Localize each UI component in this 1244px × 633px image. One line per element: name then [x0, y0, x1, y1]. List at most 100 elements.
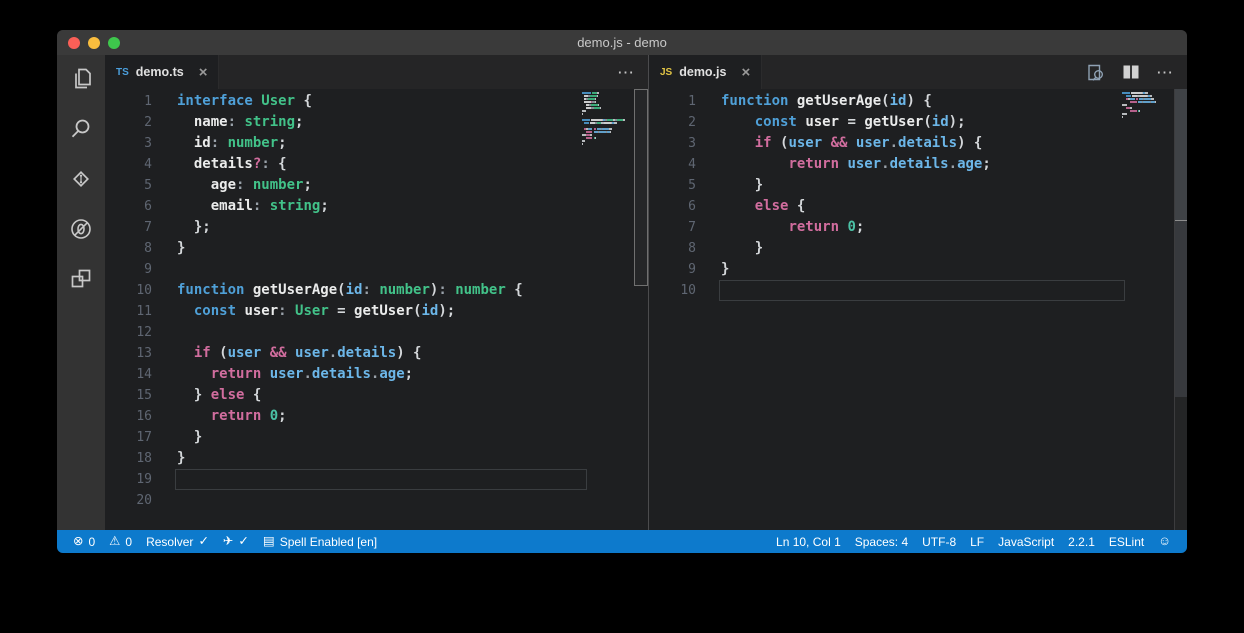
- debug-icon[interactable]: [68, 216, 94, 242]
- code-line[interactable]: return 0;: [721, 217, 991, 238]
- line-number: 9: [144, 262, 152, 277]
- explorer-icon[interactable]: [68, 66, 94, 92]
- close-window-button[interactable]: [68, 37, 80, 49]
- check-icon: ✓: [198, 534, 209, 549]
- line-number: 5: [144, 178, 152, 193]
- plane-icon: ✈: [222, 534, 234, 549]
- line-number: 20: [136, 493, 152, 508]
- minimize-window-button[interactable]: [88, 37, 100, 49]
- javascript-file-icon: JS: [660, 66, 673, 78]
- window-title: demo.js - demo: [577, 35, 667, 50]
- eslint-status-label: ESLint: [1108, 534, 1145, 549]
- code-line[interactable]: } else {: [177, 385, 523, 406]
- spell-status[interactable]: ▤ Spell Enabled [en]: [256, 530, 384, 553]
- code-line[interactable]: id: number;: [177, 133, 523, 154]
- open-preview-icon[interactable]: [1085, 62, 1106, 83]
- minimap[interactable]: [582, 92, 630, 152]
- code-line[interactable]: const user: User = getUser(id);: [177, 301, 523, 322]
- language-mode-label: JavaScript: [998, 534, 1055, 549]
- code-line[interactable]: return 0;: [177, 406, 523, 427]
- tab-demo-js[interactable]: JS demo.js ×: [649, 55, 763, 89]
- code-lines[interactable]: function getUserAge(id) { const user = g…: [721, 91, 991, 301]
- code-line[interactable]: return user.details.age;: [721, 154, 990, 175]
- line-number: 6: [144, 199, 152, 214]
- spell-status-label: Spell Enabled [en]: [279, 534, 378, 549]
- code-line[interactable]: if (user && user.details) {: [721, 133, 991, 154]
- cursor-position[interactable]: Ln 10, Col 1: [769, 530, 848, 553]
- editor-group-left: TS demo.ts × ⋯ 1 2 3 4 5 6 7 8 9 10 11 12 13 14 15 16 17…: [105, 55, 648, 530]
- encoding-label: UTF-8: [922, 534, 957, 549]
- tab-bar-left: TS demo.ts × ⋯: [105, 55, 648, 89]
- status-right: Ln 10, Col 1 Spaces: 4 UTF-8 LF JavaScript 2.…: [769, 530, 1178, 553]
- resolver-status[interactable]: Resolver ✓: [139, 530, 216, 553]
- formatter-status[interactable]: ✈ ✓: [216, 530, 256, 553]
- scrollbar[interactable]: [1174, 89, 1187, 530]
- code-lines[interactable]: interface User { name: string; id: numbe…: [177, 91, 523, 511]
- screenshot-background: demo.js - demo TS demo.ts × ⋯ 1 2 3 4 5 …: [0, 0, 1244, 633]
- code-line[interactable]: }: [177, 448, 523, 469]
- extensions-icon[interactable]: [68, 266, 94, 292]
- line-number: 13: [136, 346, 152, 361]
- line-number: 10: [680, 283, 696, 298]
- code-line[interactable]: }: [721, 238, 991, 259]
- code-line[interactable]: }: [721, 259, 991, 280]
- code-line[interactable]: [177, 490, 523, 511]
- code-line[interactable]: if (user && user.details) {: [177, 343, 523, 364]
- line-number: 1: [144, 94, 152, 109]
- close-tab-icon[interactable]: ×: [741, 65, 750, 80]
- code-line[interactable]: }: [177, 238, 523, 259]
- indentation[interactable]: Spaces: 4: [848, 530, 915, 553]
- zoom-window-button[interactable]: [108, 37, 120, 49]
- source-control-icon[interactable]: [68, 166, 94, 192]
- close-tab-icon[interactable]: ×: [199, 65, 208, 80]
- tab-demo-ts[interactable]: TS demo.ts ×: [105, 55, 220, 89]
- code-line[interactable]: };: [177, 217, 523, 238]
- version-label: 2.2.1: [1068, 534, 1095, 549]
- line-number: 6: [688, 199, 696, 214]
- line-number: 4: [688, 157, 696, 172]
- eol-label: LF: [970, 534, 985, 549]
- code-editor-typescript[interactable]: 1 2 3 4 5 6 7 8 9 10 11 12 13 14 15 16 17 18 19 20 interfac…: [105, 89, 648, 530]
- language-mode[interactable]: JavaScript: [991, 530, 1061, 553]
- line-number: 18: [136, 451, 152, 466]
- errors-status[interactable]: ⊗ 0: [66, 530, 102, 553]
- code-line[interactable]: age: number;: [177, 175, 523, 196]
- code-line[interactable]: function getUserAge(id) {: [721, 91, 991, 112]
- eslint-status[interactable]: ESLint: [1102, 530, 1151, 553]
- code-line[interactable]: const user = getUser(id);: [721, 112, 991, 133]
- eol[interactable]: LF: [963, 530, 991, 553]
- code-line[interactable]: details?: {: [177, 154, 523, 175]
- more-actions-icon[interactable]: ⋯: [1156, 64, 1174, 81]
- more-actions-icon[interactable]: ⋯: [617, 64, 635, 81]
- line-number: 8: [144, 241, 152, 256]
- check-icon: ✓: [238, 534, 249, 549]
- error-icon: ⊗: [73, 534, 84, 549]
- code-line[interactable]: name: string;: [177, 112, 523, 133]
- code-line[interactable]: function getUserAge(id: number): number …: [177, 280, 523, 301]
- code-editor-javascript[interactable]: 1 2 3 4 5 6 7 8 9 10 function getUserAge(id) { co…: [649, 89, 1187, 530]
- line-number: 7: [688, 220, 696, 235]
- encoding[interactable]: UTF-8: [915, 530, 963, 553]
- warnings-status-label: 0: [125, 534, 133, 549]
- code-line[interactable]: else {: [721, 196, 991, 217]
- code-line[interactable]: interface User {: [177, 91, 523, 112]
- code-line[interactable]: }: [721, 175, 991, 196]
- traffic-lights: [68, 37, 120, 49]
- line-number: 7: [144, 220, 152, 235]
- scrollbar-slider[interactable]: [1175, 89, 1187, 221]
- minimap[interactable]: [1122, 92, 1172, 122]
- warnings-status[interactable]: ⚠ 0: [102, 530, 139, 553]
- code-line[interactable]: }: [177, 427, 523, 448]
- code-line[interactable]: email: string;: [177, 196, 523, 217]
- titlebar: demo.js - demo: [57, 30, 1187, 55]
- scrollbar-slider[interactable]: [634, 89, 648, 286]
- feedback[interactable]: ☺: [1151, 530, 1178, 553]
- tab-bar-right: JS demo.js × ⋯: [649, 55, 1187, 89]
- version[interactable]: 2.2.1: [1061, 530, 1102, 553]
- search-icon[interactable]: [68, 116, 94, 142]
- code-line[interactable]: [177, 322, 523, 343]
- split-editor-icon[interactable]: [1121, 62, 1141, 82]
- resolver-status-label: Resolver: [146, 534, 194, 549]
- code-line[interactable]: return user.details.age;: [177, 364, 523, 385]
- code-line[interactable]: [177, 259, 523, 280]
